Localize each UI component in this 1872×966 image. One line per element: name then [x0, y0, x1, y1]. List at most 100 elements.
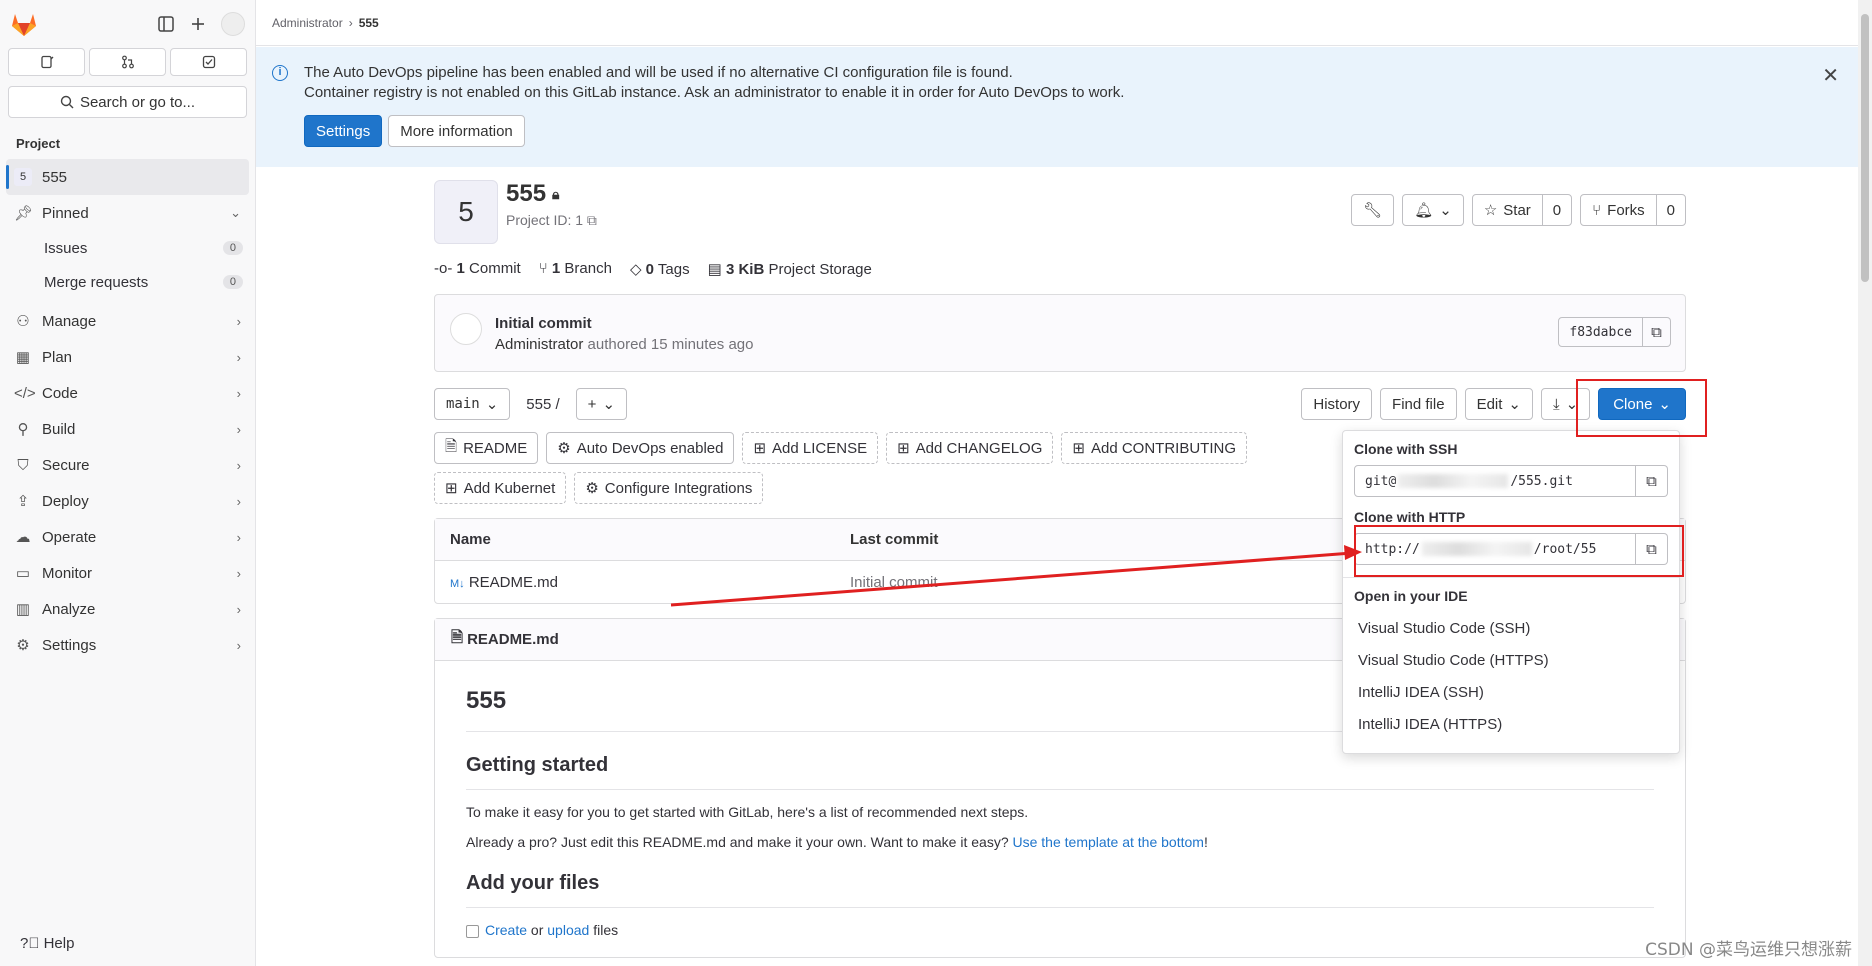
create-link[interactable]: Create	[485, 922, 527, 938]
sidebar-item-pinned[interactable]: 📌︎ Pinned ⌄	[0, 195, 255, 231]
open-vscode-https[interactable]: Visual Studio Code (HTTPS)	[1354, 644, 1668, 676]
open-ide-label: Open in your IDE	[1354, 588, 1468, 604]
plus-icon[interactable]	[189, 15, 207, 33]
chevron-down-icon: ⌄	[230, 205, 241, 220]
sidebar-item-plan[interactable]: ▦ Plan ›	[0, 339, 255, 375]
task-checkbox[interactable]	[466, 924, 479, 938]
sidebar-item-label: Plan	[42, 348, 73, 366]
breadcrumb-current[interactable]: 555	[359, 16, 379, 30]
sidebar-project-name: 555	[42, 168, 68, 186]
sidebar-item-label: Merge requests	[44, 273, 149, 291]
forks-count[interactable]: 0	[1655, 194, 1686, 226]
copy-icon[interactable]: ⧉	[587, 212, 597, 228]
sidebar-item-deploy[interactable]: ⇪ Deploy ›	[0, 483, 255, 519]
breadcrumb-root[interactable]: Administrator	[272, 16, 343, 30]
sidebar-item-settings[interactable]: ⚙ Settings ›	[0, 627, 255, 663]
annotation-box-clone	[1576, 379, 1707, 437]
chevron-right-icon: ›	[236, 385, 241, 401]
annotation-box-http	[1354, 525, 1684, 577]
more-information-button[interactable]: More information	[388, 115, 525, 147]
code-icon: </>	[14, 384, 36, 402]
sidebar-item-secure[interactable]: ⛉ Secure ›	[0, 447, 255, 483]
ssh-url-suffix: /555.git	[1510, 473, 1573, 489]
chevron-right-icon: ›	[236, 493, 241, 509]
author-avatar[interactable]	[450, 313, 482, 345]
sidebar-item-monitor[interactable]: ▭ Monitor ›	[0, 555, 255, 591]
page-scrollbar[interactable]	[1858, 0, 1872, 966]
path-separator: /	[555, 395, 560, 413]
readme-filename[interactable]: README.md	[467, 631, 559, 648]
repo-toolbar: main ⌄ 555 / + ⌄ History Find file Edit ⌄ ⤓…	[434, 388, 1686, 420]
alert-line-2: Container registry is not enabled on thi…	[304, 84, 1125, 101]
help-label: Help	[43, 935, 75, 952]
edit-button[interactable]: Edit ⌄	[1464, 388, 1533, 420]
add-kubernetes-chip[interactable]: ⊞ Add Kubernet	[434, 472, 567, 504]
path-project[interactable]: 555	[526, 396, 551, 413]
sidebar-item-issues[interactable]: Issues 0	[0, 231, 255, 265]
readme-text: files	[593, 922, 619, 938]
add-license-chip[interactable]: ⊞ Add LICENSE	[742, 432, 879, 464]
tags-link[interactable]: ◇ 0 Tags	[630, 260, 690, 278]
add-contributing-chip[interactable]: ⊞ Add CONTRIBUTING	[1061, 432, 1247, 464]
alert-settings-button[interactable]: Settings	[304, 115, 383, 147]
open-intellij-https[interactable]: IntelliJ IDEA (HTTPS)	[1354, 708, 1668, 740]
chevron-right-icon: ›	[236, 601, 241, 617]
commit-title[interactable]: Initial commit	[495, 315, 592, 332]
open-vscode-ssh[interactable]: Visual Studio Code (SSH)	[1354, 612, 1668, 644]
todo-tab-icon[interactable]	[170, 48, 247, 76]
upload-link[interactable]: upload	[547, 922, 589, 938]
history-button[interactable]: History	[1301, 388, 1373, 420]
issues-tab-icon[interactable]	[8, 48, 85, 76]
branches-count: 1	[551, 260, 561, 277]
add-changelog-chip[interactable]: ⊞ Add CHANGELOG	[886, 432, 1054, 464]
plus-square-icon: ⊞	[753, 440, 767, 457]
auto-devops-chip[interactable]: ⚙ Auto DevOps enabled	[546, 432, 735, 464]
star-button[interactable]: ☆ Star	[1471, 194, 1543, 226]
commit-sha[interactable]: f83dabce	[1558, 317, 1643, 347]
open-intellij-ssh[interactable]: IntelliJ IDEA (SSH)	[1354, 676, 1668, 708]
notification-button[interactable]: 🔔︎ ⌄	[1402, 194, 1464, 226]
sidebar-item-build[interactable]: ⚲ Build ›	[0, 411, 255, 447]
last-commit-box: Initial commit Administrator authored 15…	[434, 294, 1686, 372]
sidebar-item-merge-requests[interactable]: Merge requests 0	[0, 265, 255, 299]
find-file-button[interactable]: Find file	[1380, 388, 1457, 420]
star-count[interactable]: 0	[1541, 194, 1573, 226]
project-title: 555	[506, 180, 547, 207]
forks-button[interactable]: ⑂ Forks	[1580, 194, 1657, 226]
user-avatar[interactable]	[221, 12, 245, 36]
admin-wrench-button[interactable]: 🔧︎	[1351, 194, 1395, 226]
branches-link[interactable]: ⑂ 1 Branch	[539, 260, 612, 278]
gitlab-logo-icon[interactable]	[10, 11, 38, 37]
template-link[interactable]: Use the template at the bottom	[1013, 834, 1204, 850]
ssh-url-field[interactable]: git@ /555.git	[1354, 465, 1636, 497]
readme-text: or	[530, 922, 544, 938]
sidebar-item-project[interactable]: 5 555	[6, 159, 249, 195]
commits-count: 1	[456, 260, 465, 277]
sidebar-item-manage[interactable]: ⚇ Manage ›	[0, 303, 255, 339]
storage-link[interactable]: ▤ 3 KiB Project Storage	[708, 260, 872, 278]
file-icon: 🗎︎	[445, 437, 458, 455]
commits-link[interactable]: -o- 1 Commit	[434, 260, 521, 278]
copy-ssh-icon[interactable]: ⧉	[1636, 465, 1668, 497]
sidebar-toggle-icon[interactable]	[157, 15, 175, 33]
chevron-right-icon: ›	[236, 637, 241, 653]
rocket-icon: ⚲	[17, 421, 29, 438]
sidebar-item-label: Issues	[44, 239, 88, 257]
file-last-commit[interactable]: Initial commit	[850, 574, 938, 591]
edit-label: Edit	[1476, 395, 1503, 413]
add-to-tree-button[interactable]: + ⌄	[575, 388, 628, 420]
sidebar-item-analyze[interactable]: ▥ Analyze ›	[0, 591, 255, 627]
copy-sha-icon[interactable]: ⧉	[1643, 317, 1671, 347]
help-button[interactable]: ?⃝ Help	[20, 935, 74, 952]
sidebar-item-operate[interactable]: ☁ Operate ›	[0, 519, 255, 555]
commit-author[interactable]: Administrator	[495, 336, 583, 353]
readme-chip[interactable]: 🗎︎ README	[434, 432, 539, 464]
file-name-link[interactable]: README.md	[469, 574, 558, 591]
branch-selector[interactable]: main ⌄	[434, 388, 511, 420]
configure-integrations-chip[interactable]: ⚙ Configure Integrations	[574, 472, 764, 504]
merge-requests-tab-icon[interactable]	[89, 48, 166, 76]
sidebar-item-code[interactable]: </> Code ›	[0, 375, 255, 411]
close-icon[interactable]: ✕	[1822, 63, 1839, 88]
project-id: Project ID: 1	[506, 212, 584, 228]
search-button[interactable]: Search or go to...	[8, 86, 247, 118]
